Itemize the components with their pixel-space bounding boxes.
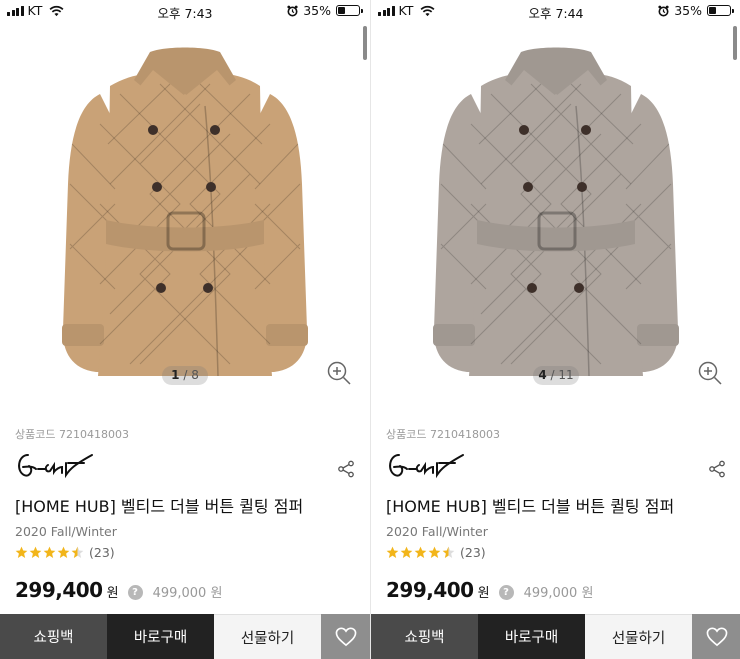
price-info-icon[interactable]: ? [498, 585, 514, 600]
currency-unit: 원 [477, 586, 490, 601]
share-icon[interactable] [337, 460, 355, 478]
phone-screen-right: KT 오후 7:44 35% 4 / 11 상품코드 7210418003 [H… [370, 0, 740, 659]
product-code: 상품코드 7210418003 [386, 428, 500, 441]
brand-logo[interactable] [14, 449, 109, 485]
image-counter: 1 / 8 [162, 366, 208, 385]
battery-percent: 35% [303, 3, 331, 18]
image-counter: 4 / 11 [533, 366, 579, 385]
battery-percent: 35% [674, 3, 702, 18]
product-title: [HOME HUB] 벨티드 더블 버튼 퀼팅 점퍼 [15, 497, 304, 516]
status-bar: KT 오후 7:44 35% [371, 0, 740, 22]
rating-stars[interactable]: (23) [15, 545, 115, 560]
sale-price: 299,400 [15, 578, 103, 602]
wishlist-button[interactable] [321, 614, 370, 659]
bottom-action-bar: 쇼핑백 바로구매 선물하기 [371, 614, 740, 659]
star-icon [428, 546, 441, 559]
shopping-bag-button[interactable]: 쇼핑백 [0, 614, 107, 659]
season-label: 2020 Fall/Winter [15, 524, 117, 539]
currency-unit: 원 [106, 586, 119, 601]
phone-screen-left: KT 오후 7:43 35% 1 / 8 상품코드 7210418003 [HO… [0, 0, 370, 659]
review-count[interactable]: (23) [460, 545, 486, 560]
product-code: 상품코드 7210418003 [15, 428, 129, 441]
product-image-coat[interactable] [371, 24, 740, 394]
sale-price: 299,400 [386, 578, 474, 602]
buy-now-button[interactable]: 바로구매 [478, 614, 585, 659]
alarm-icon [287, 5, 298, 16]
shopping-bag-button[interactable]: 쇼핑백 [371, 614, 478, 659]
star-icon [386, 546, 399, 559]
star-half-icon [442, 546, 455, 559]
zoom-in-icon[interactable] [697, 360, 723, 386]
star-icon [43, 546, 56, 559]
heart-icon [335, 627, 356, 646]
price-info-icon[interactable]: ? [127, 585, 143, 600]
product-image-coat[interactable] [0, 24, 370, 394]
status-bar: KT 오후 7:43 35% [0, 0, 370, 22]
product-title: [HOME HUB] 벨티드 더블 버튼 퀼팅 점퍼 [386, 497, 675, 516]
battery-icon [336, 5, 363, 16]
battery-icon [707, 5, 734, 16]
rating-stars[interactable]: (23) [386, 545, 486, 560]
original-price: 499,000 원 [523, 586, 594, 601]
price-row: 299,400 원 ? 499,000 원 [15, 578, 222, 602]
review-count[interactable]: (23) [89, 545, 115, 560]
brand-logo[interactable] [385, 449, 480, 485]
wishlist-button[interactable] [692, 614, 740, 659]
star-half-icon [71, 546, 84, 559]
original-price: 499,000 원 [152, 586, 223, 601]
star-icon [400, 546, 413, 559]
star-icon [15, 546, 28, 559]
star-icon [57, 546, 70, 559]
share-icon[interactable] [708, 460, 726, 478]
alarm-icon [658, 5, 669, 16]
season-label: 2020 Fall/Winter [386, 524, 488, 539]
price-row: 299,400 원 ? 499,000 원 [386, 578, 593, 602]
gift-button[interactable]: 선물하기 [585, 614, 692, 659]
buy-now-button[interactable]: 바로구매 [107, 614, 214, 659]
heart-icon [706, 627, 727, 646]
gift-button[interactable]: 선물하기 [214, 614, 321, 659]
bottom-action-bar: 쇼핑백 바로구매 선물하기 [0, 614, 370, 659]
star-icon [29, 546, 42, 559]
zoom-in-icon[interactable] [326, 360, 352, 386]
star-icon [414, 546, 427, 559]
